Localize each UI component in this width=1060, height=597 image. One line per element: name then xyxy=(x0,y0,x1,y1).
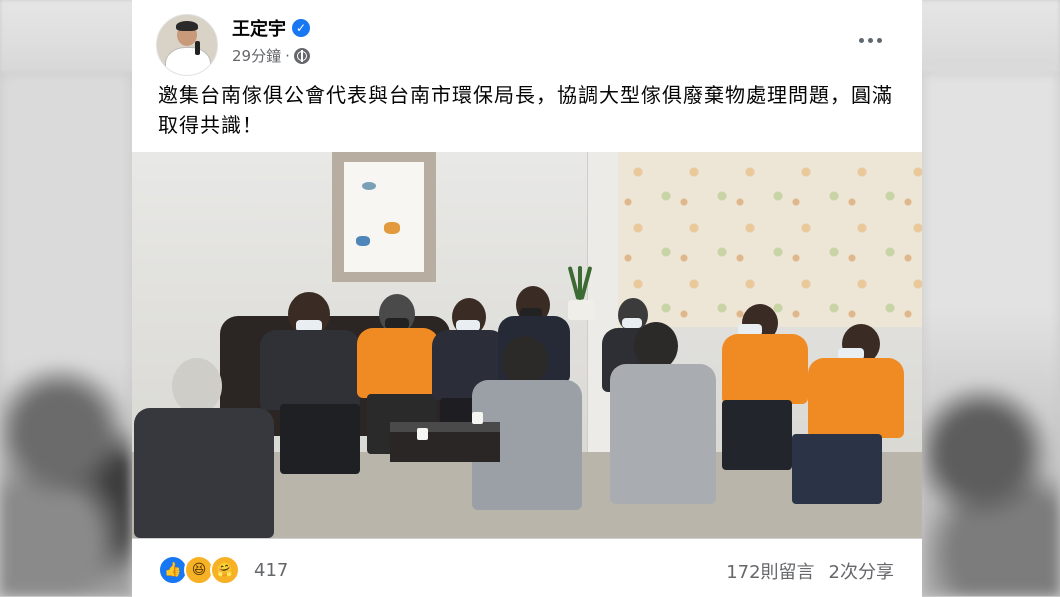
author-name[interactable]: 王定宇 xyxy=(232,15,286,41)
blurred-background-left xyxy=(0,72,132,596)
reaction-count: 417 xyxy=(254,559,289,581)
meta-separator: · xyxy=(285,46,290,65)
tea-cup xyxy=(472,412,483,424)
floral-curtain xyxy=(618,152,922,327)
more-options-icon xyxy=(858,37,864,43)
comments-count-link[interactable]: 172則留言 xyxy=(726,558,814,584)
tea-cup xyxy=(417,428,428,440)
reactions-summary[interactable]: 👍 😆 🤗 417 xyxy=(158,555,288,585)
facebook-post-card: 王定宇 ✓ 29分鐘 · 邀集台南傢俱公會代表與台南市環保局長，協調大型傢俱廢棄… xyxy=(132,0,922,597)
engagement-stats: 172則留言 2次分享 xyxy=(726,558,894,584)
wall-painting xyxy=(332,152,436,282)
care-icon: 🤗 xyxy=(210,555,240,585)
post-meta: 29分鐘 · xyxy=(232,45,310,66)
author-header: 王定宇 ✓ xyxy=(232,15,310,41)
globe-icon xyxy=(293,47,310,64)
blurred-background-right xyxy=(922,72,1060,596)
post-photo[interactable] xyxy=(132,152,922,538)
more-options-button[interactable] xyxy=(850,26,890,54)
author-avatar[interactable] xyxy=(156,14,218,76)
post-footer: 👍 😆 🤗 417 172則留言 2次分享 xyxy=(132,538,922,597)
post-timestamp[interactable]: 29分鐘 xyxy=(232,45,281,66)
verified-badge-icon: ✓ xyxy=(292,19,310,37)
microphone-icon xyxy=(195,41,200,55)
potted-plant xyxy=(562,266,598,320)
post-message: 邀集台南傢俱公會代表與台南市環保局長，協調大型傢俱廢棄物處理問題，圓滿取得共識！ xyxy=(158,83,893,137)
coffee-table xyxy=(390,422,500,462)
shares-count-link[interactable]: 2次分享 xyxy=(829,558,894,584)
